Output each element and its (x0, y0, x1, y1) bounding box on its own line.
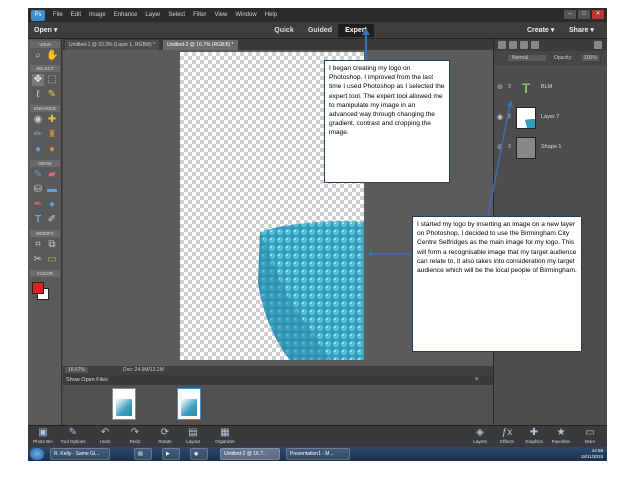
arrow-head-layer (367, 251, 372, 257)
arrow-to-layer-panel (487, 103, 511, 217)
annotation-expert-mode: I began creating my logo on Photoshop. I… (324, 60, 450, 183)
annotation-image-layer: I started my logo by inserting an image … (412, 216, 582, 352)
arrow-head-layer-panel (507, 100, 513, 108)
arrow-head-expert (362, 28, 370, 35)
